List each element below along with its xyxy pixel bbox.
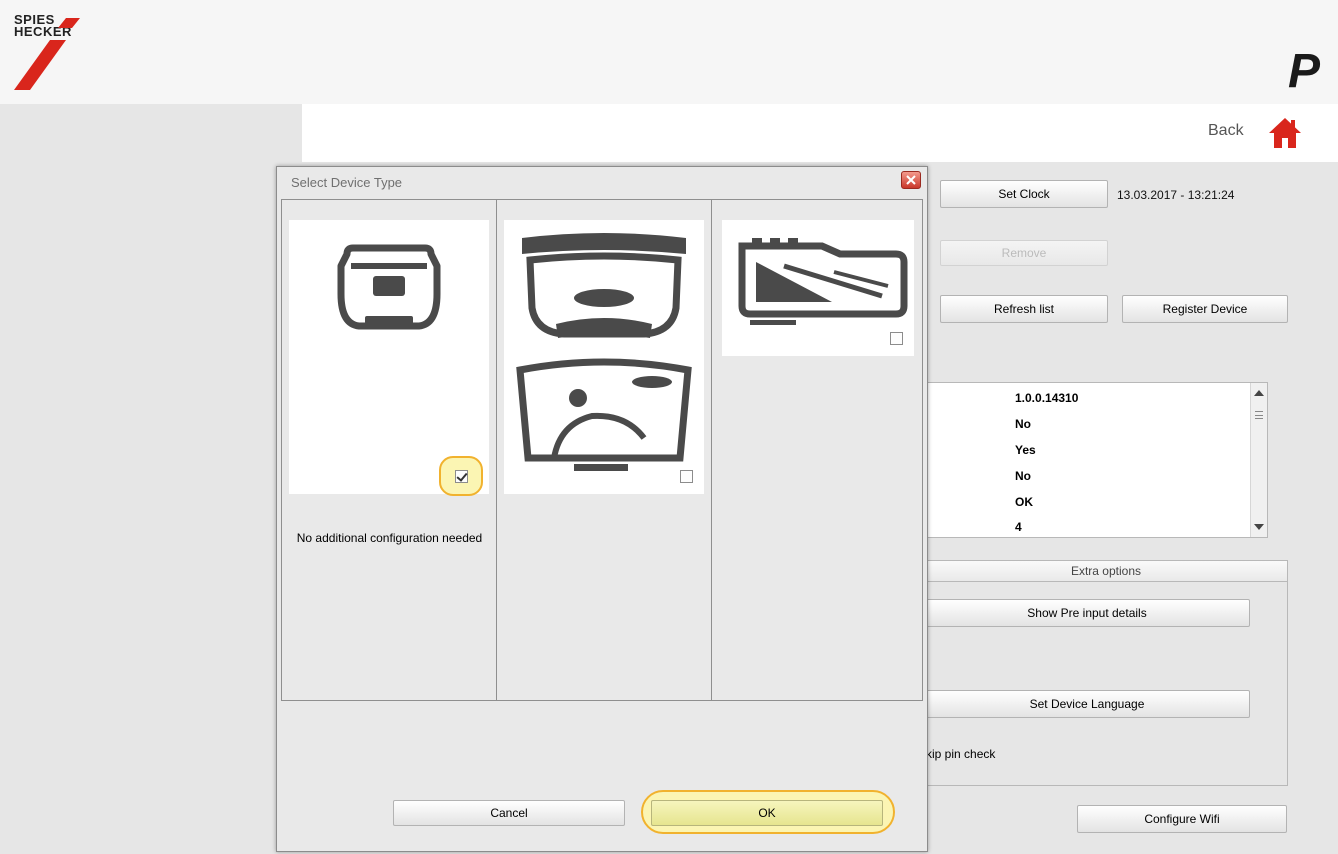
refresh-list-button[interactable]: Refresh list [940,295,1108,323]
device-type-options: No additional configuration needed [281,199,923,701]
device-image-tile[interactable] [722,220,914,356]
scroll-grip-icon[interactable] [1255,411,1263,419]
left-sidebar [0,104,302,854]
show-pre-input-details-button[interactable]: Show Pre input details [924,599,1250,627]
set-device-language-button[interactable]: Set Device Language [924,690,1250,718]
home-icon[interactable] [1267,116,1303,150]
set-clock-button[interactable]: Set Clock [940,180,1108,208]
device-2-checkbox[interactable] [680,470,693,483]
device-info-list[interactable]: 1.0.0.14310 No Yes No OK 4 [924,382,1268,538]
device-3-checkbox[interactable] [890,332,903,345]
long-device-icon [738,238,908,325]
device-image-tile[interactable] [504,220,704,494]
extra-options-header: Extra options [925,561,1287,582]
wide-device-icon [516,233,692,471]
list-item: 4 [1015,520,1022,534]
list-item: 1.0.0.14310 [1015,391,1079,405]
device-1-checkbox[interactable] [455,470,468,483]
app-window: SPIES HECKER P Back Set Clock 13.03.2017… [0,0,1338,854]
list-item: Yes [1015,443,1036,457]
back-link[interactable]: Back [1208,122,1244,140]
compact-device-icon [337,244,441,330]
logo-slash-icon [14,18,80,90]
configure-wifi-button[interactable]: Configure Wifi [1077,805,1287,833]
list-item: No [1015,417,1031,431]
list-item: No [1015,469,1031,483]
close-icon [906,175,916,185]
ok-button[interactable]: OK [651,800,883,826]
dialog-title: Select Device Type [291,175,403,190]
device-option-3[interactable] [712,200,922,700]
remove-button[interactable]: Remove [940,240,1108,266]
page-title-partial: P [1288,45,1321,98]
list-scrollbar[interactable] [1250,383,1267,537]
device-option-2[interactable] [497,200,712,700]
register-device-button[interactable]: Register Device [1122,295,1288,323]
scroll-up-icon[interactable] [1254,390,1264,396]
device-option-1[interactable]: No additional configuration needed [282,200,497,700]
device-1-caption: No additional configuration needed [296,531,483,545]
skip-pin-check-label: kip pin check [926,747,996,761]
select-device-type-dialog: Select Device Type No additional configu… [276,166,928,852]
cancel-button[interactable]: Cancel [393,800,625,826]
scroll-down-icon[interactable] [1254,524,1264,530]
spies-hecker-logo: SPIES HECKER [8,10,108,100]
clock-value: 13.03.2017 - 13:21:24 [1117,188,1235,202]
header: SPIES HECKER P [0,0,1338,104]
close-button[interactable] [901,171,921,189]
top-nav-bar: Back [302,104,1338,162]
device-image-tile[interactable] [289,220,489,496]
list-item: OK [1015,495,1033,509]
